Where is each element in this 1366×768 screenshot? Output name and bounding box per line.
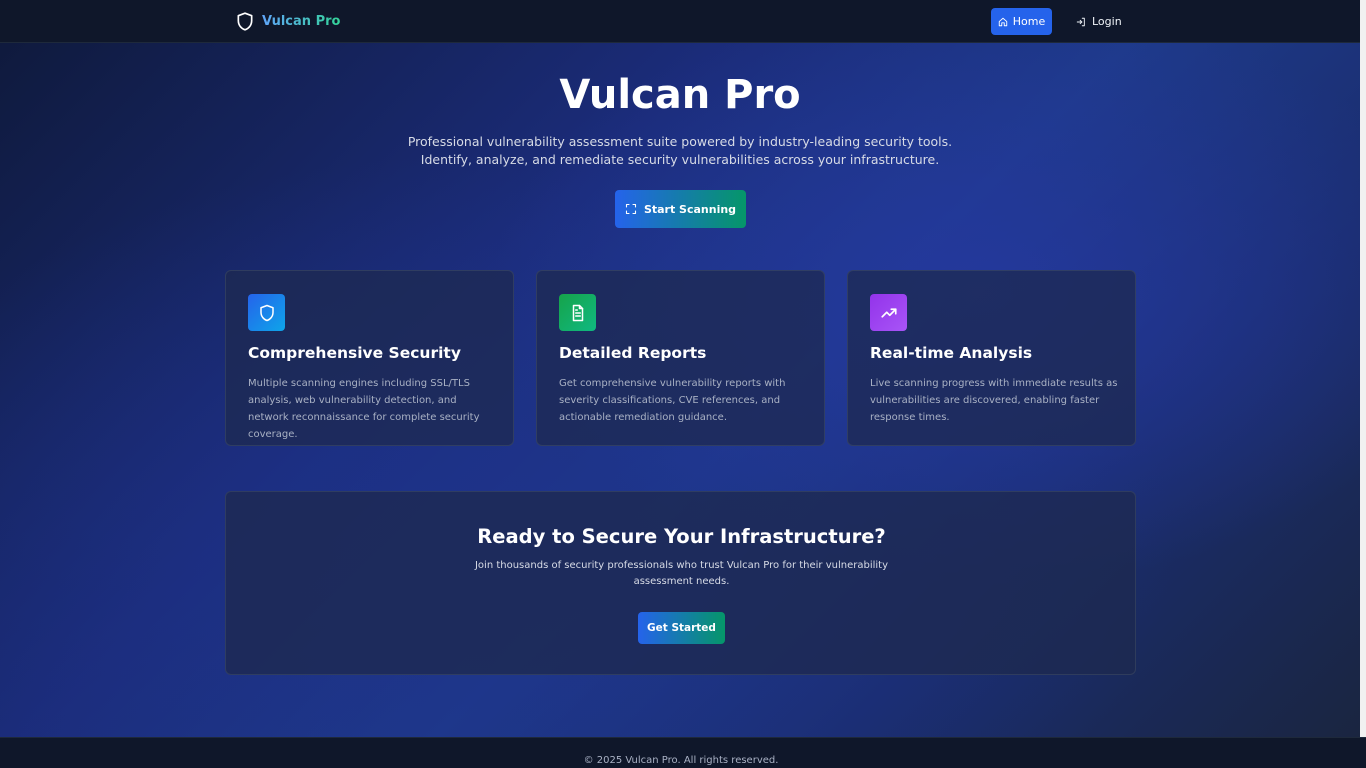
footer-copyright: © 2025 Vulcan Pro. All rights reserved. xyxy=(583,755,779,766)
start-scanning-label: Start Scanning xyxy=(643,202,737,216)
get-started-button[interactable]: Get Started xyxy=(638,612,725,644)
brand-logo[interactable]: Vulcan Pro xyxy=(235,11,340,32)
feature-description: Live scanning progress with immediate re… xyxy=(870,378,1118,423)
hero-subtitle: Professional vulnerability assessment su… xyxy=(407,134,953,167)
cta-title: Ready to Secure Your Infrastructure? xyxy=(477,525,886,548)
nav-login-label: Login xyxy=(1092,15,1122,28)
feature-card-security: Comprehensive Security Multiple scanning… xyxy=(225,270,514,446)
feature-description: Multiple scanning engines including SSL/… xyxy=(248,378,480,440)
scan-icon xyxy=(625,203,636,215)
feature-title: Detailed Reports xyxy=(559,344,707,362)
trending-up-icon xyxy=(880,307,897,318)
home-icon xyxy=(998,17,1007,26)
document-icon xyxy=(572,304,583,321)
page-scrollbar[interactable] xyxy=(1360,0,1366,737)
feature-title: Comprehensive Security xyxy=(248,344,461,362)
hero-title: Vulcan Pro xyxy=(559,72,801,118)
top-navbar: Vulcan Pro Home Login xyxy=(0,0,1360,43)
nav-home-label: Home xyxy=(1012,15,1046,28)
brand-name: Vulcan Pro xyxy=(262,14,341,29)
feature-icon-box xyxy=(559,294,596,331)
feature-card-analysis: Real-time Analysis Live scanning progres… xyxy=(847,270,1136,446)
nav-login-button[interactable]: Login xyxy=(1068,8,1130,35)
cta-subtitle: Join thousands of security professionals… xyxy=(474,560,889,587)
feature-icon-box xyxy=(248,294,285,331)
feature-title: Real-time Analysis xyxy=(870,344,1033,362)
start-scanning-button[interactable]: Start Scanning xyxy=(615,190,746,228)
footer: © 2025 Vulcan Pro. All rights reserved. xyxy=(0,737,1366,768)
shield-icon xyxy=(259,304,274,321)
feature-icon-box xyxy=(870,294,907,331)
nav-home-button[interactable]: Home xyxy=(991,8,1052,35)
page: Vulcan Pro Home Login Vulcan Pro Profess… xyxy=(0,0,1366,768)
login-icon xyxy=(1076,17,1085,26)
shield-icon xyxy=(237,12,253,31)
cta-section: Ready to Secure Your Infrastructure? Joi… xyxy=(225,491,1136,675)
feature-description: Get comprehensive vulnerability reports … xyxy=(559,378,786,423)
feature-card-reports: Detailed Reports Get comprehensive vulne… xyxy=(536,270,825,446)
